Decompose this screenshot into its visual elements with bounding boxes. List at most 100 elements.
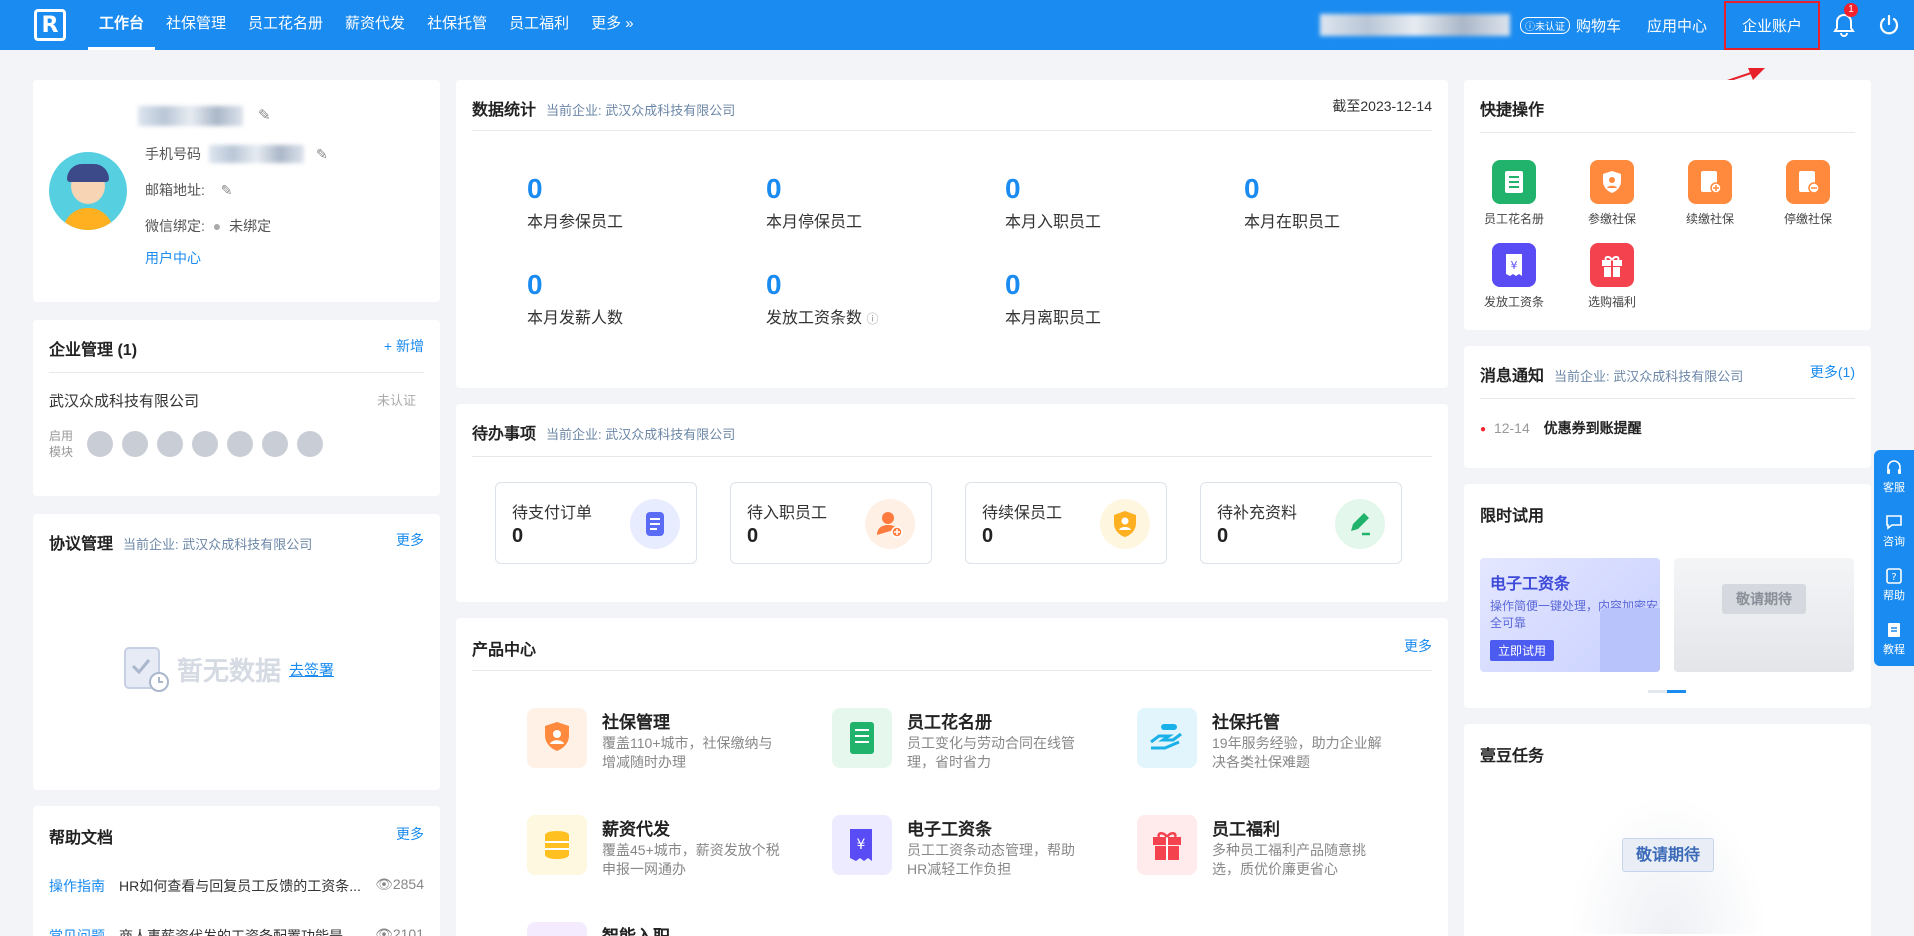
module-hosting-icon[interactable] [227,431,253,457]
headset-icon [1887,460,1901,474]
user-center-link[interactable]: 用户中心 [145,248,201,268]
quick-label: 发放工资条 [1483,295,1544,309]
wechat-status: 未绑定 [229,218,272,234]
sidebar-label: 咨询 [1883,536,1905,548]
sign-link[interactable]: 去签署 [289,659,334,680]
help-row[interactable]: 常见问题 商人事薪资代发的工资条配置功能是... 👁2101 [49,926,424,936]
info-icon[interactable]: ⓘ [866,312,878,326]
stat-item: 0 本月入职员工 [1005,173,1102,232]
module-image-icon[interactable] [297,431,323,457]
nav-more-label: 更多 [591,15,622,32]
help-title: 帮助文档 [49,830,114,847]
product-social-insurance[interactable]: 社保管理 覆盖110+城市，社保缴纳与增减随时办理 [527,708,807,788]
product-insurance-hosting[interactable]: 社保托管 19年服务经验，助力企业解决各类社保难题 [1137,708,1417,788]
notice-item[interactable]: ● 12-14 优惠券到账提醒 [1480,418,1642,438]
help-article-title: HR如何查看与回复员工反馈的工资条... [119,878,361,894]
nav-more[interactable]: 更多 » [580,0,645,50]
todo-value: 0 [1217,525,1229,547]
stat-item: 0 本月发薪人数 [527,269,624,328]
module-roster-icon[interactable] [122,431,148,457]
quick-stop-insurance[interactable]: 停缴社保 [1768,160,1848,227]
unread-dot: ● [1480,423,1487,435]
quick-issue-payslip[interactable]: ¥ 发放工资条 [1474,243,1554,310]
edit-phone-icon[interactable]: ✎ [316,146,328,163]
help-category: 操作指南 [49,878,105,894]
nav-social-insurance[interactable]: 社保管理 [155,0,237,50]
edit-email-icon[interactable]: ✎ [221,182,233,198]
quick-enroll-insurance[interactable]: 参缴社保 [1572,160,1652,227]
carousel-indicator[interactable] [1648,690,1686,693]
nav-employee-welfare[interactable]: 员工福利 [498,0,580,50]
enterprise-account-link[interactable]: 企业账户 [1723,0,1820,50]
divider [472,130,1432,131]
todo-pending-onboard[interactable]: 待入职员工 0 [730,482,932,564]
todo-label: 待支付订单 [512,505,593,522]
module-gift-icon[interactable] [262,431,288,457]
help-row[interactable]: 操作指南 HR如何查看与回复员工反馈的工资条... 👁2854 [49,876,424,898]
empty-state: 暂无数据 去签署 [121,644,334,694]
todo-value: 0 [982,525,994,547]
todo-label: 待续保员工 [982,505,1063,522]
product-employee-roster[interactable]: 员工花名册 员工变化与劳动合同在线管理，省时省力 [832,708,1112,788]
product-payroll[interactable]: 薪资代发 覆盖45+城市，薪资发放个税申报一网通办 [527,815,807,895]
company-status: 未认证 [376,393,416,408]
product-desc: 员工变化与劳动合同在线管理，省时省力 [907,735,1075,770]
nav-employee-roster[interactable]: 员工花名册 [237,0,334,50]
todo-pending-documents[interactable]: 待补充资料 0 [1200,482,1402,564]
coming-sign: 敬请期待 [1722,584,1806,614]
product-e-payslip[interactable]: ¥ 电子工资条 员工工资条动态管理，帮助HR减轻工作负担 [832,815,1112,895]
try-now-button[interactable]: 立即试用 [1490,640,1555,661]
shield-user-icon [1100,499,1150,549]
notification-button[interactable]: 1 [1824,0,1864,50]
sidebar-customer-service[interactable]: 客服 [1874,450,1914,504]
product-name: 电子工资条 [907,820,992,839]
agreement-more-link[interactable]: 更多 [396,530,424,550]
sidebar-help[interactable]: ? 帮助 [1874,558,1914,612]
help-card: 帮助文档 更多 操作指南 HR如何查看与回复员工反馈的工资条... 👁2854 常… [33,806,440,936]
wechat-label: 微信绑定: [145,218,205,234]
sidebar-tutorial[interactable]: 教程 [1874,612,1914,666]
module-payroll-icon[interactable] [157,431,183,457]
add-enterprise-button[interactable]: + 新增 [384,336,424,356]
logo[interactable]: R [34,9,66,41]
module-social-icon[interactable] [87,431,113,457]
trial-banner-payslip[interactable]: 电子工资条 操作简便一键处理，内容加密安全可靠 立即试用 [1480,558,1660,672]
company-name[interactable]: 武汉众成科技有限公司 [49,390,199,411]
sidebar-consult[interactable]: 咨询 [1874,504,1914,558]
notice-more-link[interactable]: 更多(1) [1810,362,1855,382]
module-list-icon[interactable] [192,431,218,457]
question-icon: ? [1886,568,1902,584]
quick-renew-insurance[interactable]: 续缴社保 [1670,160,1750,227]
help-more-link[interactable]: 更多 [396,824,424,844]
products-more-link[interactable]: 更多 [1404,636,1432,656]
chat-icon [1886,515,1902,530]
todo-pending-renewal[interactable]: 待续保员工 0 [965,482,1167,564]
logout-button[interactable] [1864,0,1914,50]
svg-text:¥: ¥ [857,837,866,853]
floating-sidebar: 客服 咨询 ? 帮助 教程 [1874,450,1914,666]
help-article-title: 商人事薪资代发的工资条配置功能是... [119,928,355,936]
doc-remove-icon [1786,160,1830,204]
main-nav: 工作台 社保管理 员工花名册 薪资代发 社保托管 员工福利 更多 » [88,0,645,50]
product-name: 智能入职 [602,922,670,936]
nav-workbench[interactable]: 工作台 [88,0,156,50]
todo-value: 0 [747,525,759,547]
help-category: 常见问题 [49,928,105,936]
module-icons [87,431,332,457]
notice-date: 12-14 [1493,420,1530,436]
nav-payroll[interactable]: 薪资代发 [334,0,416,50]
email-label: 邮箱地址: [145,182,205,198]
todo-pending-payment[interactable]: 待支付订单 0 [495,482,697,564]
enterprise-card: 企业管理 (1) + 新增 武汉众成科技有限公司 未认证 启用 模块 [33,320,440,496]
gift-icon [1590,243,1634,287]
svg-text:?: ? [1891,572,1896,583]
quick-employee-roster[interactable]: 员工花名册 [1474,160,1554,227]
edit-name-icon[interactable]: ✎ [258,106,271,124]
cart-link[interactable]: 购物车 [1574,15,1634,36]
task-coming-sign: 敬请期待 [1622,838,1714,872]
quick-buy-welfare[interactable]: 选购福利 [1572,243,1652,310]
product-employee-welfare[interactable]: 员工福利 多种员工福利产品随意挑选，质优价廉更省心 [1137,815,1417,895]
nav-insurance-hosting[interactable]: 社保托管 [416,0,498,50]
product-smart-onboarding[interactable]: 智能入职 [527,922,807,936]
app-center-link[interactable]: 应用中心 [1634,15,1720,36]
